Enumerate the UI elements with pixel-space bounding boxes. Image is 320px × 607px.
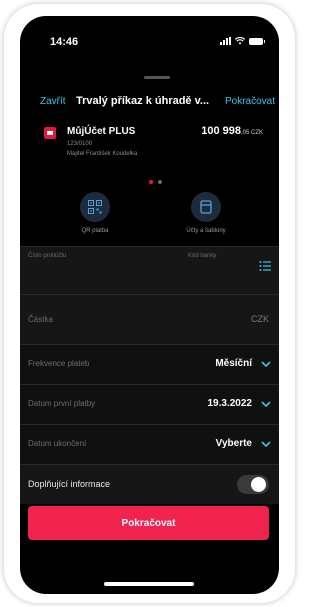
frequency-select[interactable]: Frekvence plateb Měsíční	[20, 344, 279, 384]
page-title: Trvalý příkaz k úhradě v...	[76, 95, 210, 107]
battery-icon	[249, 37, 265, 45]
pager-dot[interactable]	[158, 180, 162, 184]
home-indicator[interactable]	[104, 582, 194, 586]
app-screen: 14:46 Zavřít Trvalý příkaz k úhradě v...…	[20, 16, 279, 594]
accounts-templates-label: Účty a šablony	[186, 228, 226, 234]
qr-payment-label: QR platba	[81, 228, 109, 234]
currency-label: CZK	[251, 314, 269, 324]
qr-code-icon	[80, 192, 110, 222]
amount-field[interactable]: Částka CZK	[20, 294, 279, 344]
sheet-handle[interactable]	[144, 76, 170, 79]
continue-button[interactable]: Pokračovat	[28, 506, 269, 540]
first-payment-label: Datum první platby	[28, 399, 96, 408]
balance-decimals: ,05 CZK	[240, 130, 263, 136]
pager-dot-active[interactable]	[149, 180, 153, 184]
close-button[interactable]: Zavřít	[40, 96, 66, 107]
account-number: 123/0100	[67, 141, 93, 147]
chevron-down-icon	[261, 361, 271, 368]
end-date-select[interactable]: Datum ukončení Vyberte	[20, 424, 279, 464]
amount-label: Částka	[28, 315, 53, 324]
additional-info-row: Doplňující informace	[20, 464, 279, 504]
account-number-field[interactable]: Číslo protiúčtu Kód banky	[20, 246, 279, 294]
bank-code-label[interactable]: Kód banky	[188, 253, 216, 259]
payment-form: Číslo protiúčtu Kód banky Částka CZK Fre…	[20, 246, 279, 504]
frequency-value: Měsíční	[215, 358, 252, 369]
status-time: 14:46	[50, 36, 79, 48]
account-name: MůjÚčet PLUS	[67, 126, 136, 137]
wifi-icon	[235, 37, 245, 45]
list-icon[interactable]	[259, 260, 271, 272]
navigation-bar: Zavřít Trvalý příkaz k úhradě v... Pokra…	[20, 94, 279, 114]
continue-link[interactable]: Pokračovat	[225, 96, 275, 107]
additional-info-label: Doplňující informace	[28, 479, 111, 489]
bank-logo-icon	[44, 127, 56, 139]
accounts-templates-button[interactable]: Účty a šablony	[166, 192, 246, 234]
frequency-label: Frekvence plateb	[28, 359, 90, 368]
signal-icon	[220, 37, 231, 45]
toggle-knob	[251, 477, 266, 492]
additional-info-toggle[interactable]	[237, 475, 269, 494]
end-date-label: Datum ukončení	[28, 439, 87, 448]
templates-icon	[191, 192, 221, 222]
status-icons	[220, 37, 265, 45]
account-pager[interactable]	[149, 180, 162, 184]
qr-payment-button[interactable]: QR platba	[55, 192, 135, 234]
account-number-label: Číslo protiúčtu	[28, 253, 67, 259]
end-date-value: Vyberte	[215, 438, 252, 449]
status-bar: 14:46	[20, 16, 279, 52]
account-owner: Majitel František Koudelka	[67, 151, 138, 157]
account-balance: 100 998,05 CZK	[201, 125, 263, 137]
balance-main: 100 998	[201, 125, 241, 137]
chevron-down-icon	[261, 441, 271, 448]
first-payment-date-select[interactable]: Datum první platby 19.3.2022	[20, 384, 279, 424]
chevron-down-icon	[261, 401, 271, 408]
first-payment-value: 19.3.2022	[207, 398, 253, 409]
account-card[interactable]: MůjÚčet PLUS 123/0100 Majitel František …	[20, 120, 279, 170]
